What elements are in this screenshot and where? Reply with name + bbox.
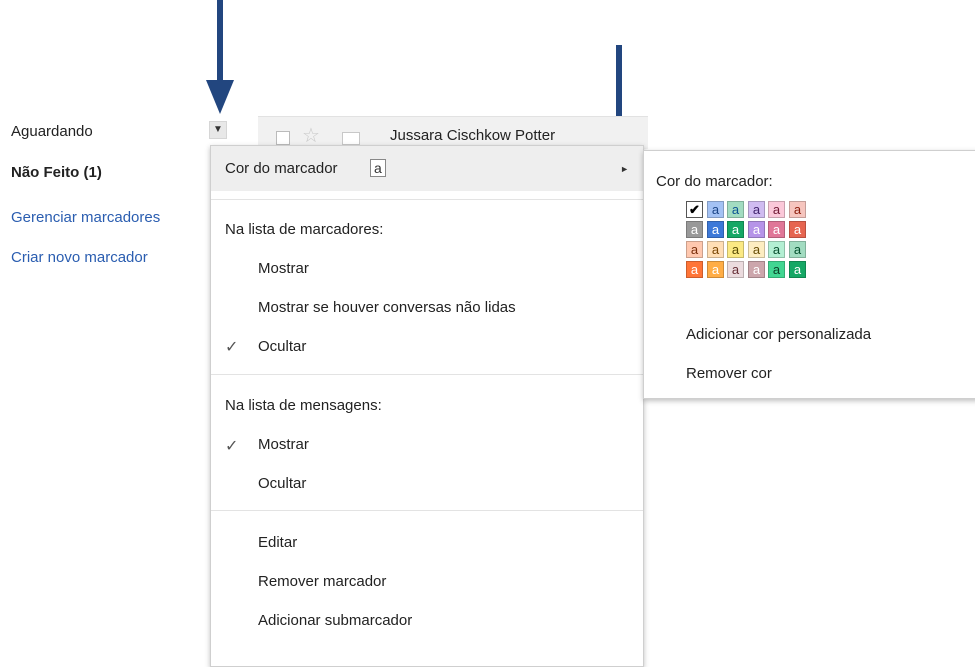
label-options-menu: Cor do marcador a ► Na lista de marcador…: [210, 145, 644, 667]
menu-divider: [211, 374, 643, 375]
color-swatch[interactable]: a: [727, 241, 744, 258]
color-swatch[interactable]: a: [789, 221, 806, 238]
color-swatch[interactable]: a: [686, 261, 703, 278]
color-swatch[interactable]: a: [789, 241, 806, 258]
edit-text: Editar: [258, 534, 298, 551]
color-swatch[interactable]: a: [707, 241, 724, 258]
color-swatch[interactable]: a: [707, 201, 724, 218]
menu-item-label-color[interactable]: Cor do marcador a ►: [211, 146, 643, 191]
color-swatch[interactable]: a: [727, 201, 744, 218]
color-swatch[interactable]: a: [707, 261, 724, 278]
color-swatch[interactable]: a: [748, 261, 765, 278]
annotation-arrow-left: [206, 0, 234, 114]
create-label-link[interactable]: Criar novo marcador: [11, 249, 148, 266]
color-swatch[interactable]: a: [748, 201, 765, 218]
menu-item-remove-label[interactable]: Remover marcador: [211, 566, 643, 600]
submenu-arrow-icon: ►: [620, 164, 629, 174]
color-submenu-title: Cor do marcador:: [656, 173, 773, 190]
menu-item-hide[interactable]: ✓ Ocultar: [211, 330, 643, 364]
add-custom-color-option[interactable]: Adicionar cor personalizada: [686, 326, 871, 343]
menu-item-msg-show[interactable]: ✓ Mostrar: [211, 429, 643, 463]
menu-item-msg-hide[interactable]: Ocultar: [211, 468, 643, 502]
add-sublabel-text: Adicionar submarcador: [258, 612, 413, 629]
color-swatch[interactable]: a: [768, 201, 785, 218]
remove-color-option[interactable]: Remover cor: [686, 365, 772, 382]
mail-sender: Jussara Cischkow Potter: [390, 127, 556, 144]
color-swatch[interactable]: a: [789, 261, 806, 278]
label-color-submenu: Cor do marcador: ✔ a a a a a a a a a a a a a a a a a a a a a a…: [643, 150, 975, 399]
show-text: Mostrar: [258, 260, 309, 277]
menu-item-edit[interactable]: Editar: [211, 527, 643, 561]
color-swatch[interactable]: a: [727, 221, 744, 238]
color-swatch[interactable]: a: [748, 241, 765, 258]
color-swatch[interactable]: a: [707, 221, 724, 238]
manage-labels-link[interactable]: Gerenciar marcadores: [11, 209, 160, 226]
label-options-dropdown-icon[interactable]: ▼: [209, 121, 227, 139]
hide-text: Ocultar: [258, 338, 307, 355]
label-nao-feito[interactable]: Não Feito (1): [11, 164, 102, 181]
section-message-list: Na lista de mensagens:: [225, 397, 382, 414]
color-swatch-selected[interactable]: ✔: [686, 201, 703, 218]
color-swatch[interactable]: a: [686, 221, 703, 238]
msg-show-text: Mostrar: [258, 436, 309, 453]
color-swatch[interactable]: a: [768, 261, 785, 278]
msg-hide-text: Ocultar: [258, 475, 307, 492]
color-swatch[interactable]: a: [768, 241, 785, 258]
checkmark-icon: ✓: [225, 438, 239, 455]
menu-divider: [211, 510, 643, 511]
label-color-sample: a: [370, 159, 386, 177]
color-swatch[interactable]: a: [686, 241, 703, 258]
mail-checkbox[interactable]: [276, 131, 290, 145]
menu-item-show-if-unread[interactable]: Mostrar se houver conversas não lidas: [211, 291, 643, 325]
color-swatch[interactable]: a: [768, 221, 785, 238]
label-aguardando[interactable]: Aguardando: [11, 123, 93, 140]
label-color-text: Cor do marcador: [225, 160, 338, 177]
menu-item-add-sublabel[interactable]: Adicionar submarcador: [211, 605, 643, 639]
menu-item-show[interactable]: Mostrar: [211, 252, 643, 286]
color-swatch[interactable]: a: [789, 201, 806, 218]
section-label-list: Na lista de marcadores:: [225, 221, 384, 238]
menu-divider: [211, 199, 643, 200]
color-swatch[interactable]: a: [748, 221, 765, 238]
important-marker-icon[interactable]: [342, 132, 360, 145]
remove-label-text: Remover marcador: [258, 573, 387, 590]
checkmark-icon: ✓: [225, 339, 239, 356]
show-if-unread-text: Mostrar se houver conversas não lidas: [258, 299, 516, 316]
color-swatch[interactable]: a: [727, 261, 744, 278]
